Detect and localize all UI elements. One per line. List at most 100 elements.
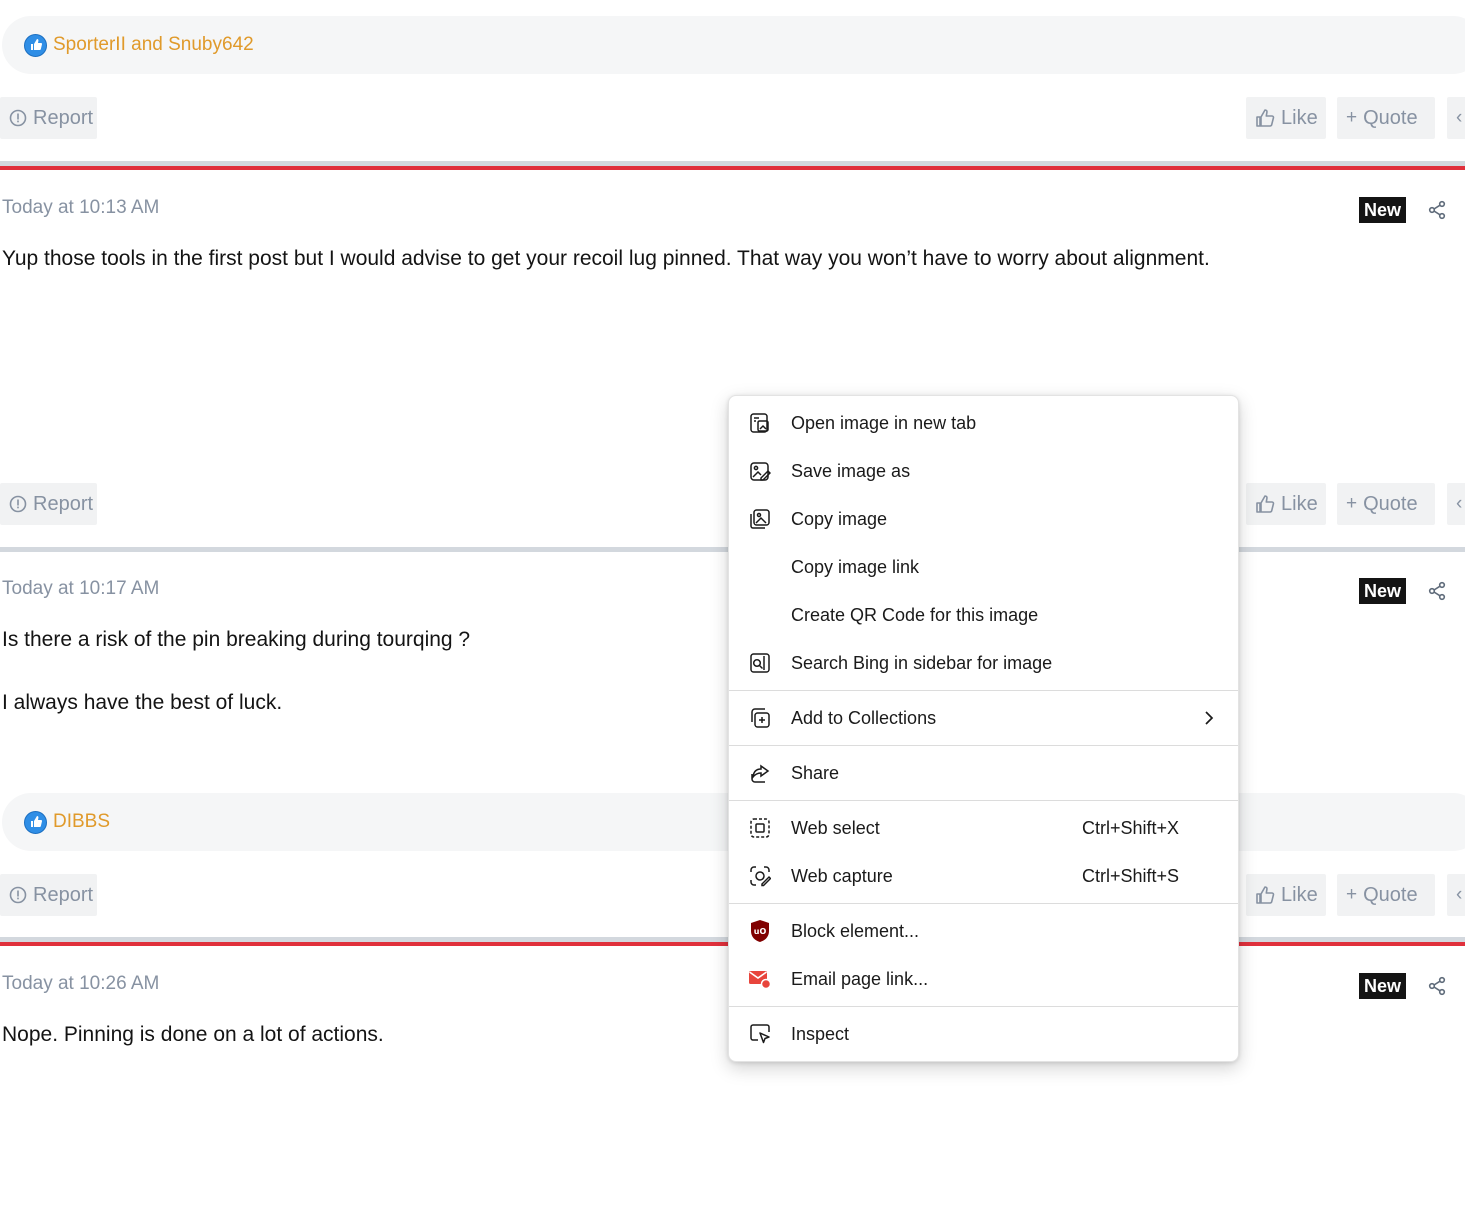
post-timestamp[interactable]: Today at 10:13 AM [2,197,159,219]
collections-icon [748,706,772,730]
thumbs-up-reaction-icon [24,33,47,57]
new-badge: New [1359,578,1406,604]
menu-item-email-page-link[interactable]: Email page link... [729,955,1238,1003]
alert-circle-icon [9,495,27,513]
reply-arrow-icon: ‹ [1456,107,1463,128]
thumbs-up-icon [1255,108,1275,128]
quote-label: Quote [1363,883,1418,906]
quote-button[interactable]: + Quote [1337,483,1435,525]
alert-circle-icon [9,886,27,904]
new-badge: New [1359,973,1406,999]
menu-separator [729,903,1238,904]
menu-item-label: Add to Collections [791,707,937,728]
menu-item-label: Web select [791,817,880,838]
quote-label: Quote [1363,492,1418,515]
menu-item-create-qr-code[interactable]: Create QR Code for this image [729,591,1238,639]
like-button[interactable]: Like [1246,874,1326,916]
report-label: Report [33,883,94,906]
ublock-icon: uO [748,919,772,943]
menu-item-label: Open image in new tab [791,412,977,433]
reply-button[interactable]: ‹ [1447,97,1465,139]
inspect-icon [748,1022,772,1046]
alert-circle-icon [9,109,27,127]
menu-item-block-element[interactable]: uO Block element... [729,907,1238,955]
share-icon[interactable] [1427,200,1447,220]
report-label: Report [33,492,94,515]
menu-item-inspect[interactable]: Inspect [729,1010,1238,1058]
menu-item-add-to-collections[interactable]: Add to Collections [729,694,1238,742]
share-icon[interactable] [1427,976,1447,996]
post-body-text: Is there a risk of the pin breaking duri… [2,628,471,651]
reaction-bar: SporterII and Snuby642 [2,16,1465,74]
like-label: Like [1281,492,1318,515]
like-button[interactable]: Like [1246,483,1326,525]
menu-item-share[interactable]: Share [729,749,1238,797]
share-icon[interactable] [1427,581,1447,601]
report-button[interactable]: Report [0,874,97,916]
reply-arrow-icon: ‹ [1456,493,1463,514]
menu-item-label: Create QR Code for this image [791,604,1039,625]
svg-text:uO: uO [754,927,767,936]
menu-item-shortcut: Ctrl+Shift+X [1082,817,1180,838]
menu-item-web-select[interactable]: Web select Ctrl+Shift+X [729,804,1238,852]
reply-arrow-icon: ‹ [1456,884,1463,905]
menu-item-shortcut: Ctrl+Shift+S [1082,865,1180,886]
menu-item-label: Search Bing in sidebar for image [791,652,1053,673]
quote-button[interactable]: + Quote [1337,874,1435,916]
thumbs-up-icon [1255,494,1275,514]
menu-item-label: Copy image [791,508,888,529]
menu-item-search-bing-sidebar[interactable]: Search Bing in sidebar for image [729,639,1238,687]
menu-item-label: Copy image link [791,556,920,577]
like-label: Like [1281,883,1318,906]
new-badge: New [1359,197,1406,223]
like-label: Like [1281,106,1318,129]
menu-item-label: Email page link... [791,968,929,989]
post-body-text: Yup those tools in the first post but I … [2,247,1210,270]
plus-icon: + [1346,493,1358,514]
menu-item-label: Block element... [791,920,920,941]
bing-search-icon [748,651,772,675]
email-icon [748,967,772,991]
share-icon [748,761,772,785]
web-select-icon [748,816,772,840]
menu-item-label: Share [791,762,840,783]
menu-item-copy-image-link[interactable]: Copy image link [729,543,1238,591]
quote-label: Quote [1363,106,1418,129]
report-button[interactable]: Report [0,97,97,139]
reply-button[interactable]: ‹ [1447,874,1465,916]
menu-item-open-image-new-tab[interactable]: Open image in new tab [729,399,1238,447]
post-timestamp[interactable]: Today at 10:17 AM [2,578,159,600]
reply-button[interactable]: ‹ [1447,483,1465,525]
web-capture-icon [748,864,772,888]
report-label: Report [33,106,94,129]
like-button[interactable]: Like [1246,97,1326,139]
thumbs-up-reaction-icon [24,810,47,834]
copy-image-icon [748,507,772,531]
menu-item-web-capture[interactable]: Web capture Ctrl+Shift+S [729,852,1238,900]
menu-item-label: Save image as [791,460,911,481]
save-image-icon [748,459,772,483]
open-image-tab-icon [748,411,772,435]
menu-item-save-image[interactable]: Save image as [729,447,1238,495]
reaction-users-link[interactable]: SporterII and Snuby642 [53,34,254,56]
reaction-users-link[interactable]: DIBBS [53,811,110,833]
thumbs-up-icon [1255,885,1275,905]
report-button[interactable]: Report [0,483,97,525]
menu-separator [729,800,1238,801]
plus-icon: + [1346,884,1358,905]
quote-button[interactable]: + Quote [1337,97,1435,139]
post-timestamp[interactable]: Today at 10:26 AM [2,973,159,995]
menu-item-label: Web capture [791,865,893,886]
context-menu: Open image in new tab Save image as Copy… [728,395,1239,1062]
menu-item-copy-image[interactable]: Copy image [729,495,1238,543]
menu-separator [729,745,1238,746]
menu-separator [729,690,1238,691]
chevron-right-icon [1201,708,1217,728]
plus-icon: + [1346,107,1358,128]
post-body-text: Nope. Pinning is done on a lot of action… [2,1023,384,1046]
menu-item-label: Inspect [791,1023,850,1044]
menu-separator [729,1006,1238,1007]
post-body-text: I always have the best of luck. [2,691,283,714]
post-actions: Report Like + Quote ‹ [0,97,1465,139]
new-post-divider [0,166,1465,170]
